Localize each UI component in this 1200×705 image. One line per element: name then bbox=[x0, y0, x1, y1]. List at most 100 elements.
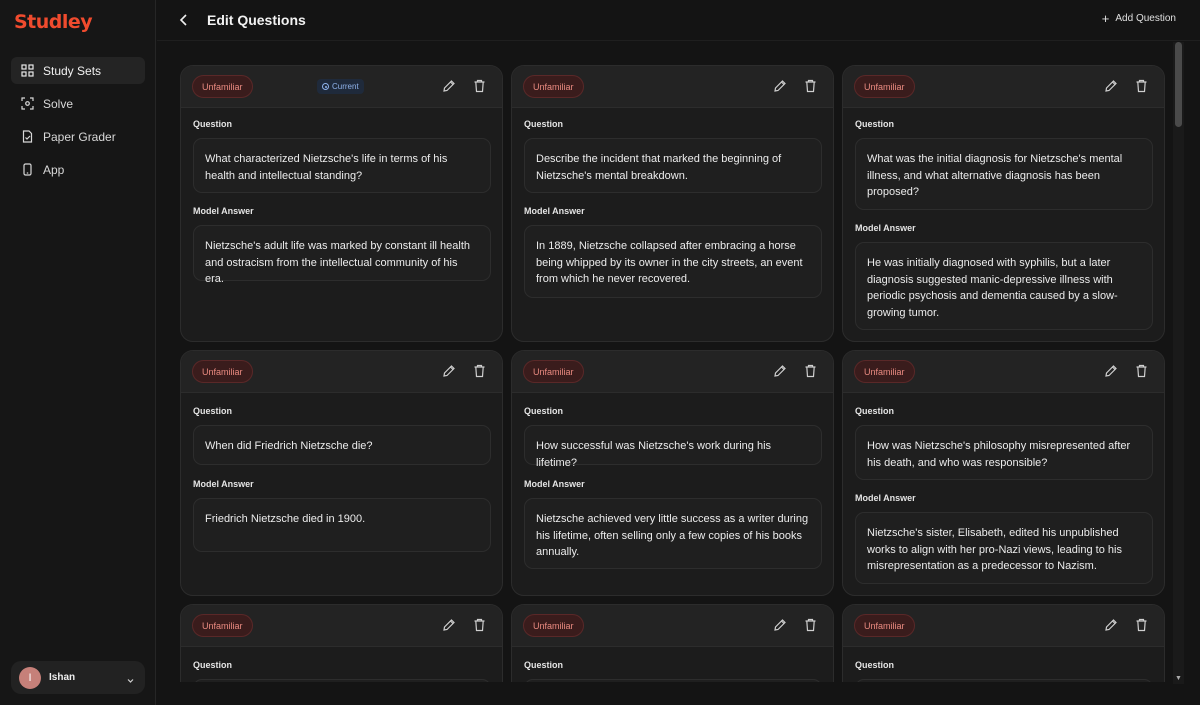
model-answer-label: Model Answer bbox=[855, 223, 916, 233]
card-header: Unfamiliar bbox=[181, 605, 502, 647]
edit-icon[interactable] bbox=[773, 364, 787, 383]
question-card: Unfamiliar Question bbox=[511, 604, 834, 682]
question-card: Unfamiliar Question What was the initial… bbox=[842, 65, 1165, 342]
model-answer-label: Model Answer bbox=[855, 493, 916, 503]
answer-text[interactable]: Nietzsche's adult life was marked by con… bbox=[193, 225, 491, 285]
sidebar-item-solve[interactable]: Solve bbox=[11, 90, 145, 117]
status-badge: Unfamiliar bbox=[854, 75, 915, 98]
edit-icon[interactable] bbox=[442, 79, 456, 98]
edit-icon[interactable] bbox=[442, 618, 456, 637]
card-header: Unfamiliar bbox=[512, 605, 833, 647]
trash-icon[interactable] bbox=[1135, 79, 1148, 98]
sidebar-nav: Study Sets Solve Paper Grader App bbox=[11, 57, 145, 189]
trash-icon[interactable] bbox=[804, 79, 817, 98]
question-card: Unfamiliar Question bbox=[842, 604, 1165, 682]
current-label: Current bbox=[332, 82, 359, 91]
card-header: Unfamiliar bbox=[512, 351, 833, 393]
sidebar-item-study-sets[interactable]: Study Sets bbox=[11, 57, 145, 84]
status-badge: Unfamiliar bbox=[854, 614, 915, 637]
model-answer-label: Model Answer bbox=[193, 206, 254, 216]
edit-icon[interactable] bbox=[773, 79, 787, 98]
question-card: Unfamiliar Question How successful was N… bbox=[511, 350, 834, 596]
current-badge: Current bbox=[317, 79, 364, 94]
question-text[interactable]: Describe the incident that marked the be… bbox=[524, 138, 822, 193]
user-name: Ishan bbox=[49, 672, 76, 683]
question-card: Unfamiliar Question When did Friedrich N… bbox=[180, 350, 503, 596]
scan-icon bbox=[20, 97, 34, 111]
sidebar-item-paper-grader[interactable]: Paper Grader bbox=[11, 123, 145, 150]
document-check-icon bbox=[20, 130, 34, 144]
scrollbar[interactable]: ▼ bbox=[1173, 42, 1184, 684]
back-arrow-icon[interactable] bbox=[177, 12, 191, 33]
question-card: Unfamiliar Question Describe the inciden… bbox=[511, 65, 834, 342]
questions-grid: Unfamiliar Current Question What charact… bbox=[157, 42, 1173, 682]
add-question-label: Add Question bbox=[1115, 13, 1176, 24]
target-icon bbox=[322, 83, 329, 90]
edit-icon[interactable] bbox=[1104, 79, 1118, 98]
trash-icon[interactable] bbox=[1135, 364, 1148, 383]
card-header: Unfamiliar bbox=[512, 66, 833, 108]
model-answer-label: Model Answer bbox=[524, 479, 585, 489]
question-label: Question bbox=[193, 660, 233, 670]
sidebar-item-label: Study Sets bbox=[43, 63, 102, 78]
question-label: Question bbox=[193, 406, 233, 416]
question-card: Unfamiliar Question How was Nietzsche's … bbox=[842, 350, 1165, 596]
card-header: Unfamiliar Current bbox=[181, 66, 502, 108]
question-label: Question bbox=[524, 406, 564, 416]
grid-icon bbox=[20, 64, 34, 78]
trash-icon[interactable] bbox=[804, 618, 817, 637]
sidebar-item-label: Paper Grader bbox=[43, 129, 116, 144]
scrollbar-thumb[interactable] bbox=[1175, 42, 1182, 127]
scroll-down-icon[interactable]: ▼ bbox=[1175, 675, 1182, 682]
trash-icon[interactable] bbox=[473, 79, 486, 98]
page-header: Edit Questions + Add Question bbox=[157, 0, 1200, 41]
card-header: Unfamiliar bbox=[181, 351, 502, 393]
edit-icon[interactable] bbox=[442, 364, 456, 383]
question-label: Question bbox=[855, 406, 895, 416]
question-card: Unfamiliar Current Question What charact… bbox=[180, 65, 503, 342]
status-badge: Unfamiliar bbox=[854, 360, 915, 383]
plus-icon: + bbox=[1101, 10, 1110, 26]
edit-icon[interactable] bbox=[1104, 364, 1118, 383]
model-answer-label: Model Answer bbox=[193, 479, 254, 489]
trash-icon[interactable] bbox=[473, 618, 486, 637]
sidebar-item-label: App bbox=[43, 162, 65, 177]
question-text[interactable]: How successful was Nietzsche's work duri… bbox=[524, 425, 822, 469]
trash-icon[interactable] bbox=[804, 364, 817, 383]
question-text[interactable] bbox=[193, 679, 491, 682]
phone-icon bbox=[20, 163, 34, 177]
user-menu[interactable]: I Ishan bbox=[11, 661, 145, 694]
answer-text[interactable]: Friedrich Nietzsche died in 1900. bbox=[193, 498, 491, 552]
edit-icon[interactable] bbox=[1104, 618, 1118, 637]
status-badge: Unfamiliar bbox=[523, 360, 584, 383]
sidebar: Studley Study Sets Solve Paper Grader Ap… bbox=[0, 0, 156, 705]
answer-text[interactable]: Nietzsche's sister, Elisabeth, edited hi… bbox=[855, 512, 1153, 584]
question-text[interactable]: When did Friedrich Nietzsche die? bbox=[193, 425, 491, 465]
question-text[interactable]: How was Nietzsche's philosophy misrepres… bbox=[855, 425, 1153, 480]
trash-icon[interactable] bbox=[473, 364, 486, 383]
answer-text[interactable]: He was initially diagnosed with syphilis… bbox=[855, 242, 1153, 330]
card-header: Unfamiliar bbox=[843, 66, 1164, 108]
edit-icon[interactable] bbox=[773, 618, 787, 637]
card-header: Unfamiliar bbox=[843, 351, 1164, 393]
card-header: Unfamiliar bbox=[843, 605, 1164, 647]
question-text[interactable] bbox=[855, 679, 1153, 682]
question-label: Question bbox=[524, 119, 564, 129]
answer-text[interactable]: Nietzsche achieved very little success a… bbox=[524, 498, 822, 569]
question-text[interactable] bbox=[524, 679, 822, 682]
question-label: Question bbox=[855, 660, 895, 670]
question-text[interactable]: What was the initial diagnosis for Nietz… bbox=[855, 138, 1153, 210]
answer-text[interactable]: In 1889, Nietzsche collapsed after embra… bbox=[524, 225, 822, 298]
status-badge: Unfamiliar bbox=[523, 614, 584, 637]
question-text[interactable]: What characterized Nietzsche's life in t… bbox=[193, 138, 491, 193]
studley-logo[interactable]: Studley bbox=[14, 10, 93, 34]
model-answer-label: Model Answer bbox=[524, 206, 585, 216]
brand-name: Studley bbox=[14, 11, 93, 33]
trash-icon[interactable] bbox=[1135, 618, 1148, 637]
question-label: Question bbox=[193, 119, 233, 129]
add-question-button[interactable]: + Add Question bbox=[1101, 10, 1176, 26]
question-label: Question bbox=[855, 119, 895, 129]
chevron-down-icon bbox=[126, 672, 135, 690]
question-label: Question bbox=[524, 660, 564, 670]
sidebar-item-app[interactable]: App bbox=[11, 156, 145, 183]
